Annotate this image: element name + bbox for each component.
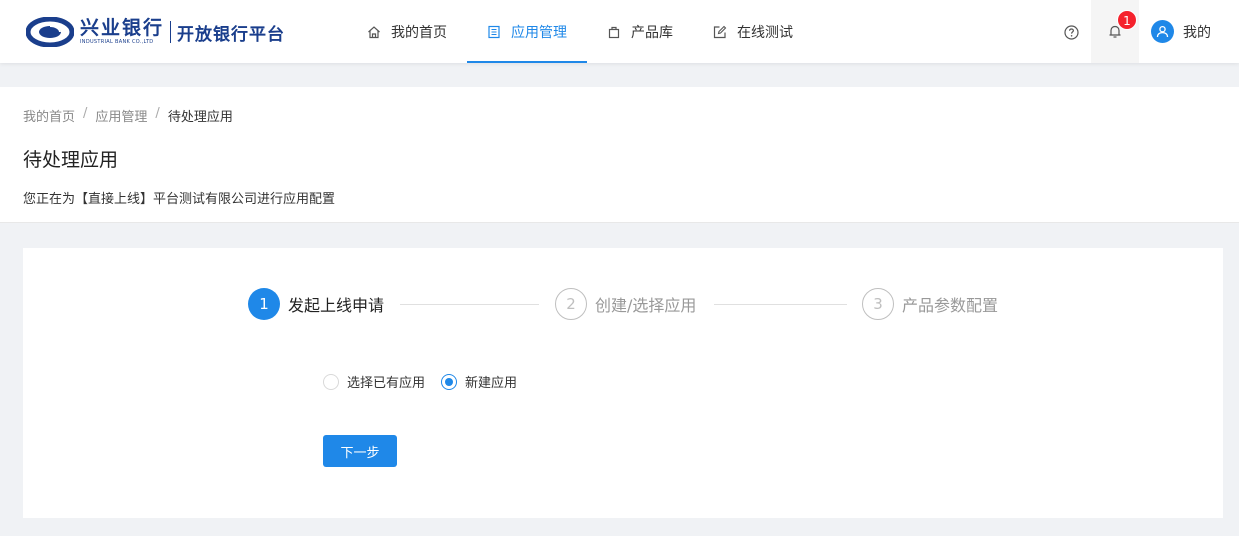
step-connector [400,304,539,305]
step-label: 创建/选择应用 [595,296,697,315]
breadcrumb-item-home[interactable]: 我的首页 [23,106,75,125]
radio-button[interactable] [323,373,339,390]
step-number: 2 [555,288,587,320]
logo-divider [170,21,172,43]
breadcrumb-separator: / [83,106,88,121]
radio-new-app[interactable]: 新建应用 [441,372,517,391]
bank-logo-icon [26,17,74,47]
brand-logo[interactable]: 兴业银行 INDUSTRIAL BANK CO.,LTD 开放银行平台 [26,16,285,48]
nav-item-label: 应用管理 [511,24,567,41]
step-number: 1 [248,288,280,320]
step-label: 产品参数配置 [902,296,999,315]
next-step-button[interactable]: 下一步 [323,435,397,467]
edit-icon [713,25,727,38]
radio-label: 新建应用 [465,376,518,391]
home-icon [368,25,380,38]
bag-icon [608,26,620,38]
radio-select-existing-app[interactable]: 选择已有应用 [323,372,425,391]
avatar [1151,20,1174,43]
breadcrumb-item-current: 待处理应用 [167,110,233,125]
step-connector [714,304,847,305]
page-title: 待处理应用 [23,149,119,171]
top-navbar: 兴业银行 INDUSTRIAL BANK CO.,LTD 开放银行平台 我的首页… [0,0,1239,63]
nav-item-product-library[interactable]: 产品库 [587,0,693,63]
step-label: 发起上线申请 [288,296,385,315]
radio-button[interactable] [441,373,458,390]
app-list-icon [488,25,500,38]
nav-item-online-test[interactable]: 在线测试 [693,0,813,63]
step-number: 3 [862,288,894,320]
notifications-button[interactable]: 1 [1091,0,1139,63]
nav-item-label: 产品库 [631,24,673,41]
breadcrumb-separator: / [155,106,160,121]
notification-badge: 1 [1117,10,1137,30]
step-1: 1 发起上线申请 [248,288,384,320]
steps: 1 发起上线申请 2 创建/选择应用 3 产品参数配置 [248,288,1008,320]
bank-name: 兴业银行 [80,17,165,39]
user-menu[interactable]: 我的 [1151,20,1211,43]
nav-item-app-management[interactable]: 应用管理 [467,0,587,63]
nav-item-label: 在线测试 [737,24,793,41]
main-nav: 我的首页 应用管理 产品库 在线测试 [347,0,813,63]
radio-label: 选择已有应用 [347,376,426,391]
page-header: 我的首页 / 应用管理 / 待处理应用 待处理应用 您正在为【直接上线】平台测试… [0,87,1239,223]
bank-name-en: INDUSTRIAL BANK CO.,LTD [80,39,154,45]
step-2: 2 创建/选择应用 [555,288,696,320]
nav-item-home[interactable]: 我的首页 [347,0,467,63]
breadcrumb-item-app-management[interactable]: 应用管理 [95,106,147,125]
user-icon [1156,25,1169,38]
app-choice-radio-group: 选择已有应用 新建应用 [323,372,533,391]
page-description: 您正在为【直接上线】平台测试有限公司进行应用配置 [23,192,336,207]
platform-name: 开放银行平台 [177,24,286,45]
question-circle-icon[interactable] [1064,25,1079,40]
nav-item-label: 我的首页 [391,24,447,41]
step-3: 3 产品参数配置 [862,288,998,320]
content-card: 1 发起上线申请 2 创建/选择应用 3 产品参数配置 选择已有应用 新建应用 … [23,248,1223,518]
user-label: 我的 [1183,24,1211,41]
breadcrumb: 我的首页 / 应用管理 / 待处理应用 [23,106,233,125]
